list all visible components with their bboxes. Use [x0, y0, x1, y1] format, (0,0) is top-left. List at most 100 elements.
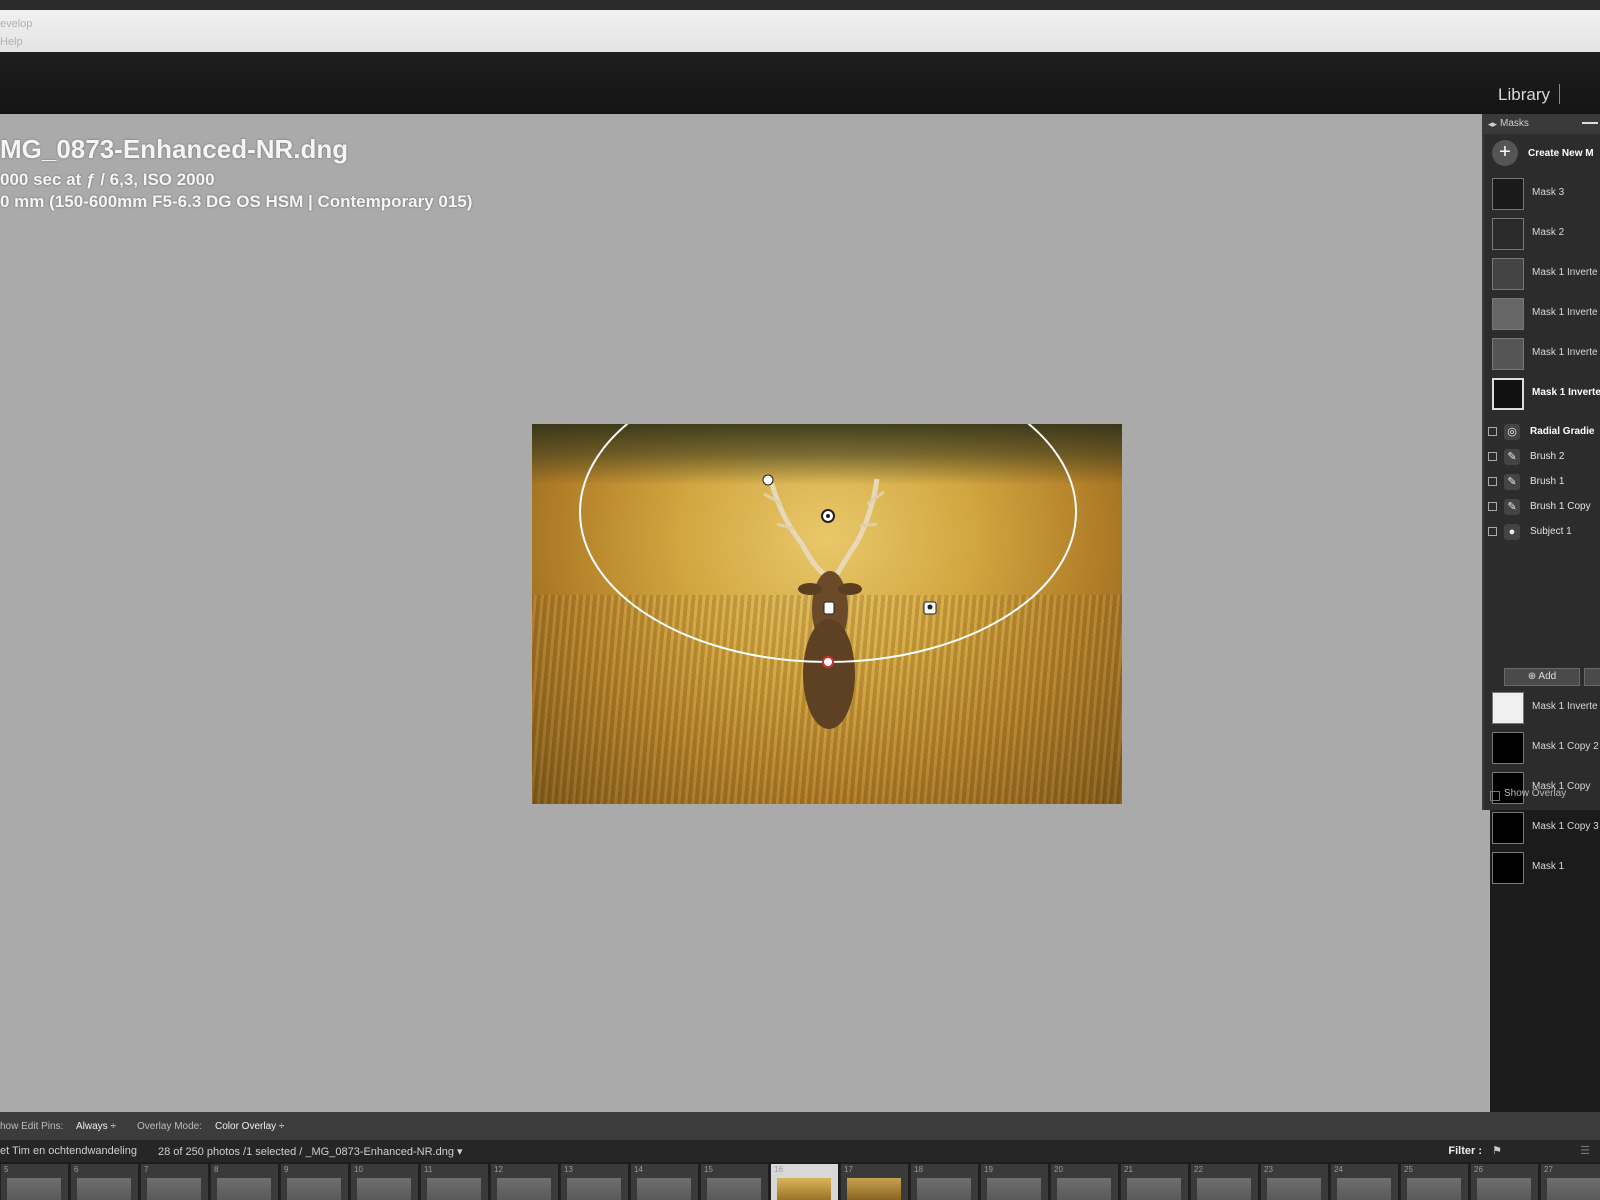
mask-row[interactable]: Mask 3	[1484, 174, 1600, 214]
component-visibility-icon[interactable]	[1488, 452, 1497, 461]
filmstrip[interactable]: 5 6 7 8 9 10 11 12 13 14 15 16 17 18 19 20 21 22 23 24 25 26 2…	[0, 1162, 1600, 1200]
component-visibility-icon[interactable]	[1488, 477, 1497, 486]
filter-flag-icon[interactable]: ⚑	[1492, 1144, 1502, 1157]
filmstrip-thumbnail[interactable]: 19	[980, 1164, 1048, 1200]
filmstrip-thumbnail[interactable]: 27	[1540, 1164, 1600, 1200]
mask-thumbnail[interactable]	[1492, 218, 1524, 250]
toolbar: how Edit Pins: Always ÷ Overlay Mode: Co…	[0, 1112, 1600, 1140]
filmstrip-thumbnail[interactable]: 26	[1470, 1164, 1538, 1200]
filmstrip-thumbnail[interactable]: 6	[70, 1164, 138, 1200]
mask-component-row[interactable]: ✎ Brush 1	[1484, 470, 1600, 494]
filmstrip-thumbnail[interactable]: 16	[770, 1164, 838, 1200]
mask-row[interactable]: Mask 1 Inverte	[1484, 688, 1600, 728]
filmstrip-thumbnail[interactable]: 10	[350, 1164, 418, 1200]
frame-image	[1057, 1178, 1111, 1200]
radial-edge-handle[interactable]	[822, 656, 834, 668]
frame-image	[987, 1178, 1041, 1200]
mask-row[interactable]: Mask 1 Inverte	[1484, 374, 1600, 414]
photo-overlay-svg	[579, 424, 1077, 729]
filmstrip-thumbnail[interactable]: 21	[1120, 1164, 1188, 1200]
image-canvas[interactable]: MG_0873-Enhanced-NR.dng 000 sec at ƒ / 6…	[0, 114, 1490, 1112]
frame-image	[497, 1178, 551, 1200]
filmstrip-thumbnail[interactable]: 7	[140, 1164, 208, 1200]
photo-count-status[interactable]: 28 of 250 photos /1 selected / _MG_0873-…	[158, 1145, 463, 1158]
component-visibility-icon[interactable]	[1488, 502, 1497, 511]
add-component-button[interactable]: ⊕ Add	[1504, 668, 1580, 686]
component-label: Brush 1	[1530, 476, 1565, 487]
create-new-mask-label[interactable]: Create New M	[1528, 148, 1594, 159]
filmstrip-thumbnail[interactable]: 14	[630, 1164, 698, 1200]
mask-component-row[interactable]: ◎ Radial Gradie	[1484, 420, 1600, 444]
filter-options-icon[interactable]: ☰	[1580, 1144, 1590, 1157]
mask-thumbnail[interactable]	[1492, 692, 1524, 724]
filmstrip-thumbnail[interactable]: 17	[840, 1164, 908, 1200]
mask-thumbnail[interactable]	[1492, 812, 1524, 844]
filmstrip-thumbnail[interactable]: 18	[910, 1164, 978, 1200]
frame-number: 19	[984, 1165, 993, 1174]
frame-number: 25	[1404, 1165, 1413, 1174]
filmstrip-thumbnail[interactable]: 20	[1050, 1164, 1118, 1200]
show-overlay-checkbox[interactable]	[1490, 791, 1500, 801]
create-new-mask-button[interactable]: +	[1492, 140, 1518, 166]
mask-label: Mask 1 Inverte	[1532, 267, 1598, 278]
mask-row[interactable]: Mask 1 Inverte	[1484, 334, 1600, 374]
filmstrip-thumbnail[interactable]: 12	[490, 1164, 558, 1200]
frame-number: 13	[564, 1165, 573, 1174]
mask-label: Mask 1 Inverte	[1532, 387, 1600, 398]
subtract-component-button[interactable]	[1584, 668, 1600, 686]
show-edit-pins-select[interactable]: Always ÷	[76, 1121, 116, 1132]
overlay-mode-select[interactable]: Color Overlay ÷	[215, 1121, 284, 1132]
filmstrip-thumbnail[interactable]: 9	[280, 1164, 348, 1200]
filmstrip-thumbnail[interactable]: 11	[420, 1164, 488, 1200]
filmstrip-thumbnail[interactable]: 25	[1400, 1164, 1468, 1200]
mask-component-row[interactable]: ● Subject 1	[1484, 520, 1600, 544]
filmstrip-thumbnail[interactable]: 8	[210, 1164, 278, 1200]
mask-row[interactable]: Mask 1 Inverte	[1484, 254, 1600, 294]
mask-row[interactable]: Mask 2	[1484, 214, 1600, 254]
component-visibility-icon[interactable]	[1488, 527, 1497, 536]
mask-thumbnail[interactable]	[1492, 338, 1524, 370]
frame-image	[1127, 1178, 1181, 1200]
filmstrip-thumbnail[interactable]: 13	[560, 1164, 628, 1200]
brush-pin-icon[interactable]	[823, 601, 835, 615]
mask-thumbnail[interactable]	[1492, 378, 1524, 410]
mask-row[interactable]: Mask 1	[1484, 848, 1600, 888]
brush-pin-top-icon[interactable]	[762, 474, 774, 486]
frame-image	[1407, 1178, 1461, 1200]
component-label: Radial Gradie	[1530, 426, 1595, 437]
mask-thumbnail[interactable]	[1492, 258, 1524, 290]
mask-thumbnail[interactable]	[1492, 298, 1524, 330]
filmstrip-thumbnail[interactable]: 23	[1260, 1164, 1328, 1200]
mask-component-row[interactable]: ✎ Brush 2	[1484, 445, 1600, 469]
mask-component-row[interactable]: ✎ Brush 1 Copy	[1484, 495, 1600, 519]
mask-thumbnail[interactable]	[1492, 852, 1524, 884]
filmstrip-thumbnail[interactable]: 24	[1330, 1164, 1398, 1200]
menu-develop[interactable]: evelop	[0, 18, 32, 30]
photo-preview[interactable]	[532, 424, 1122, 804]
mask-row[interactable]: Mask 1 Inverte	[1484, 294, 1600, 334]
menu-help[interactable]: Help	[0, 36, 23, 48]
mask-thumbnail[interactable]	[1492, 178, 1524, 210]
show-overlay-label: Show Overlay	[1504, 788, 1567, 799]
mask-row[interactable]: Mask 1 Copy 3	[1484, 808, 1600, 848]
frame-number: 14	[634, 1165, 643, 1174]
mask-label: Mask 1 Inverte	[1532, 347, 1598, 358]
info-overlay-lens: 0 mm (150-600mm F5-6.3 DG OS HSM | Conte…	[0, 192, 473, 211]
info-overlay-exposure: 000 sec at ƒ / 6,3, ISO 2000	[0, 170, 215, 189]
component-visibility-icon[interactable]	[1488, 427, 1497, 436]
mask-thumbnail[interactable]	[1492, 732, 1524, 764]
frame-number: 27	[1544, 1165, 1553, 1174]
module-library[interactable]: Library	[1498, 85, 1550, 105]
collection-name[interactable]: et Tim en ochtendwandeling	[0, 1145, 137, 1157]
collapse-icon[interactable]: ◂▸	[1488, 119, 1497, 130]
frame-image	[147, 1178, 201, 1200]
mask-row[interactable]: Mask 1 Copy 2	[1484, 728, 1600, 768]
frame-image	[217, 1178, 271, 1200]
filmstrip-thumbnail[interactable]: 22	[1190, 1164, 1258, 1200]
filmstrip-thumbnail[interactable]: 5	[0, 1164, 68, 1200]
filmstrip-thumbnail[interactable]: 15	[700, 1164, 768, 1200]
overlay-mode-label: Overlay Mode:	[137, 1121, 203, 1132]
module-picker-bar: Library	[0, 52, 1600, 114]
minimize-icon[interactable]	[1582, 122, 1598, 124]
masks-panel-header[interactable]: ◂▸ Masks	[1484, 114, 1600, 134]
